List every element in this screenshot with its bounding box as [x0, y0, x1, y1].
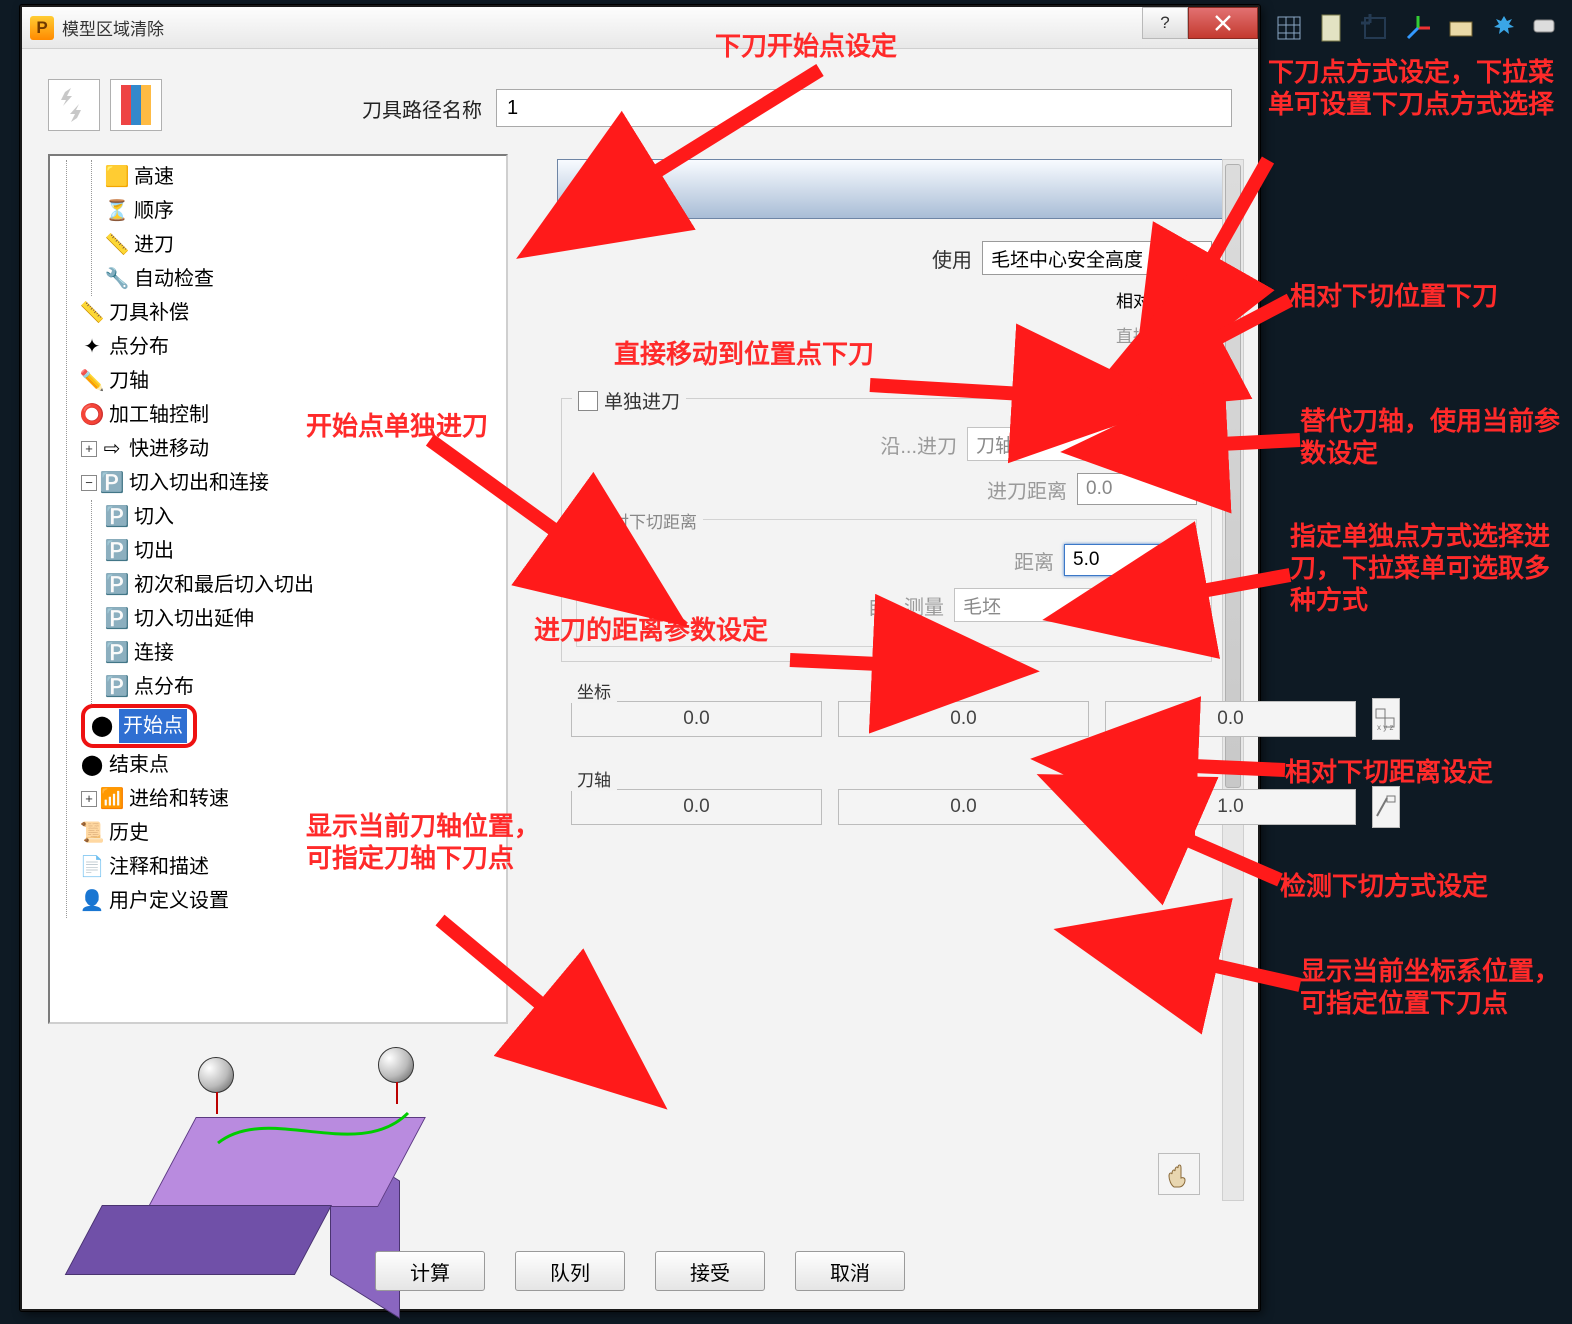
coord-label: 坐标 [571, 678, 617, 703]
toolpath-name-label: 刀具路径名称 [362, 94, 482, 123]
reldist-label: 距离 [1014, 546, 1054, 575]
scrollbar[interactable] [1222, 159, 1244, 1201]
queue-button[interactable]: 队列 [515, 1251, 625, 1291]
app-right-toolbar [1272, 0, 1572, 56]
use-select[interactable]: 毛坯中心安全高度 [982, 241, 1212, 275]
axis-z [1105, 789, 1356, 825]
anno-5: 开始点单独进刀 [306, 410, 488, 442]
measure-select: 毛坯 [954, 588, 1184, 622]
tree-item[interactable]: 🅿️点分布 [106, 670, 502, 704]
axes-icon[interactable] [1401, 10, 1434, 46]
coord-z [1105, 701, 1356, 737]
axis-pick-icon[interactable] [1372, 786, 1400, 828]
main-panel: 开始点 使用 毛坯中心安全高度 相对下切 直接移动 替代 [557, 159, 1230, 1201]
tree-item[interactable]: ⏳顺序 [106, 194, 502, 228]
override-label: 替代刀轴 [1116, 357, 1184, 382]
tree-item[interactable]: 🟨高速 [106, 160, 502, 194]
star-icon[interactable] [1488, 10, 1521, 46]
relgroup-label: 相对下切距离 [589, 508, 703, 533]
coord-pick-icon[interactable]: x y z [1372, 698, 1400, 740]
relative-label: 相对下切 [1116, 287, 1184, 312]
titlebar: 模型区域清除 ? [22, 7, 1258, 49]
direct-checkbox [1192, 325, 1212, 345]
panel-header: 开始点 [557, 159, 1230, 219]
accept-button[interactable]: 接受 [655, 1251, 765, 1291]
tree-item-startpoint[interactable]: ⬤开始点 [81, 704, 502, 748]
tree-item[interactable]: 🅿️切入切出延伸 [106, 602, 502, 636]
separate-leadin-label: 单独进刀 [604, 387, 680, 414]
anno-3: 相对下切位置下刀 [1290, 280, 1498, 312]
reldist-input[interactable] [1064, 544, 1184, 576]
tree-item[interactable]: ✦点分布 [81, 330, 502, 364]
anno-1: 下刀开始点设定 [715, 30, 897, 62]
tree-item[interactable]: 🅿️切出 [106, 534, 502, 568]
tree-item[interactable]: −🅿️切入切出和连接 [81, 466, 502, 500]
tree-item[interactable]: 🅿️初次和最后切入切出 [106, 568, 502, 602]
anno-4: 直接移动到位置点下刀 [614, 338, 874, 370]
anno-10: 显示当前坐标系位置，可指定位置下刀点 [1300, 955, 1560, 1019]
help-button[interactable]: ? [1142, 7, 1188, 39]
grid-icon[interactable] [1272, 10, 1305, 46]
anno-11: 显示当前刀轴位置，可指定刀轴下刀点 [306, 810, 556, 874]
close-button[interactable] [1188, 7, 1258, 39]
svg-text:x y z: x y z [1377, 723, 1393, 732]
along-select: 刀轴 [967, 427, 1197, 461]
relative-checkbox[interactable] [1192, 290, 1212, 310]
override-checkbox [1192, 360, 1212, 380]
dist-label: 进刀距离 [987, 475, 1067, 504]
tree-item[interactable]: 🔧自动检查 [106, 262, 502, 296]
calc-button[interactable]: 计算 [375, 1251, 485, 1291]
separate-leadin-checkbox[interactable] [578, 391, 598, 411]
toolpath-name-input[interactable] [496, 89, 1232, 127]
tree-item[interactable]: 🅿️连接 [106, 636, 502, 670]
anno-7: 指定单独点方式选择进刀，下拉菜单可选取多种方式 [1290, 520, 1560, 616]
anno-12: 进刀的距离参数设定 [534, 614, 794, 646]
tree-item[interactable]: ✏️刀轴 [81, 364, 502, 398]
view-icon[interactable] [1445, 10, 1478, 46]
tree-item[interactable]: 📏刀具补偿 [81, 296, 502, 330]
axis-label: 刀轴 [571, 766, 617, 791]
coord-x [571, 701, 822, 737]
app-icon [30, 16, 54, 40]
tree-item[interactable]: 🅿️切入 [106, 500, 502, 534]
coord-y [838, 701, 1089, 737]
erase-icon[interactable] [1531, 10, 1564, 46]
tree-item[interactable]: 👤用户定义设置 [81, 884, 502, 918]
crop-icon[interactable] [1358, 10, 1391, 46]
anno-6: 替代刀轴，使用当前参数设定 [1300, 405, 1560, 469]
axis-group: 刀轴 [561, 778, 1212, 836]
direct-label: 直接移动 [1116, 322, 1184, 347]
measure-label: 自...测量 [867, 591, 944, 620]
use-label: 使用 [932, 244, 972, 273]
coord-group: 坐标 x y z [561, 690, 1212, 748]
tree-item[interactable]: ⬤结束点 [81, 748, 502, 782]
axis-x [571, 789, 822, 825]
page-icon[interactable] [1315, 10, 1348, 46]
recycle-icon[interactable] [48, 79, 100, 131]
dialog-window: 模型区域清除 ? 刀具路径名称 [20, 5, 1260, 1311]
stripes-icon[interactable] [110, 79, 162, 131]
along-label: 沿...进刀 [880, 430, 957, 459]
dist-input [1077, 473, 1197, 505]
anno-8: 相对下切距离设定 [1285, 756, 1493, 788]
anno-2: 下刀点方式设定，下拉菜单可设置下刀点方式选择 [1268, 56, 1558, 120]
anno-9: 检测下切方式设定 [1280, 870, 1488, 902]
cancel-button[interactable]: 取消 [795, 1251, 905, 1291]
tree-item[interactable]: 📏进刀 [106, 228, 502, 262]
title-text: 模型区域清除 [62, 15, 164, 40]
axis-y [838, 789, 1089, 825]
tree-panel[interactable]: 🟨高速 ⏳顺序 📏进刀 🔧自动检查 📏刀具补偿 ✦点分布 ✏️刀轴 ⭕加工轴控制… [48, 154, 508, 1024]
hand-icon[interactable] [1158, 1153, 1200, 1195]
